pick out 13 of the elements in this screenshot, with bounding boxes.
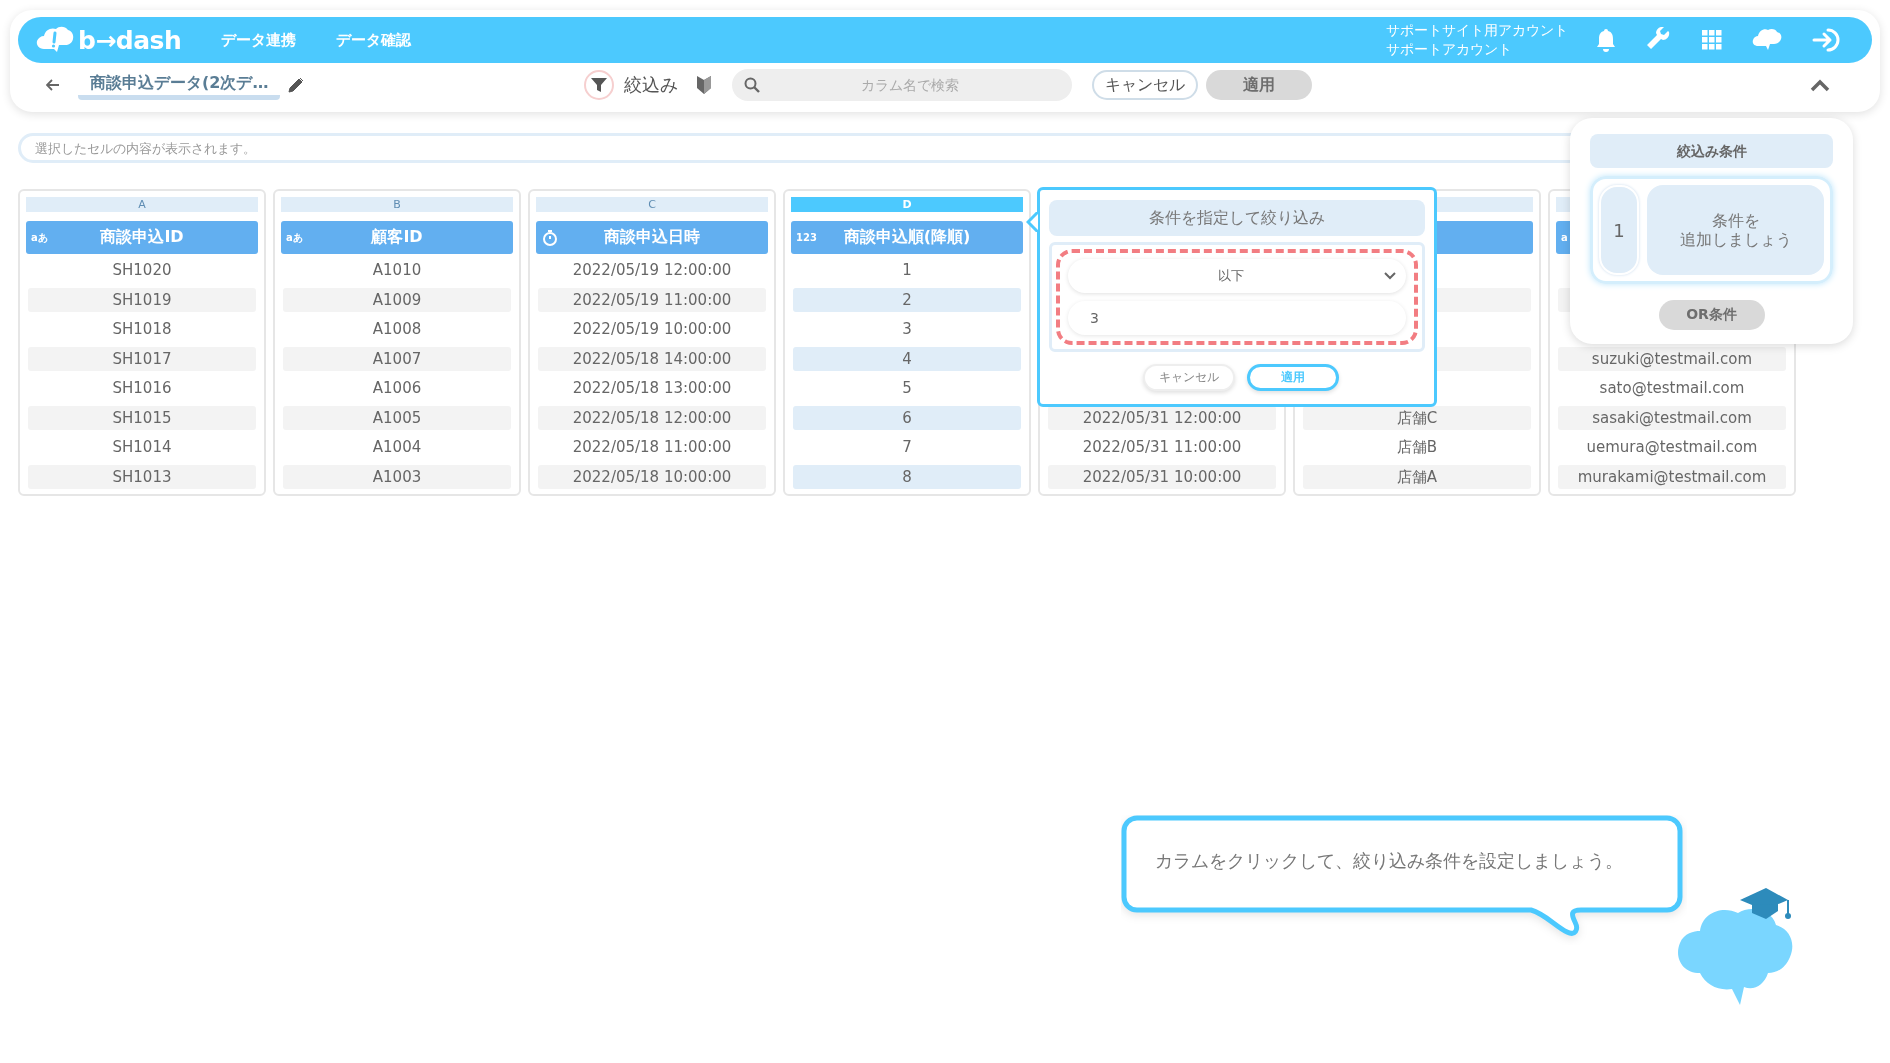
- hint-text: カラムをクリックして、絞り込み条件を設定しましょう。: [1155, 849, 1623, 873]
- filter-label: 絞込み: [624, 73, 679, 97]
- popup-title: 条件を指定して絞り込み: [1049, 200, 1425, 236]
- account-name: サポートアカウント: [1386, 40, 1513, 59]
- group-number: 1: [1599, 185, 1639, 275]
- type-mark: aあ: [286, 230, 303, 245]
- type-mark: a: [1561, 232, 1568, 243]
- type-mark: aあ: [31, 230, 48, 245]
- panel-title: 絞込み条件: [1590, 134, 1833, 168]
- placeholder-line: 条件を: [1711, 211, 1760, 230]
- type-mark: 123: [796, 232, 817, 243]
- account-site: サポートサイト用アカウント: [1386, 21, 1568, 40]
- placeholder-line: 追加しましょう: [1679, 230, 1792, 249]
